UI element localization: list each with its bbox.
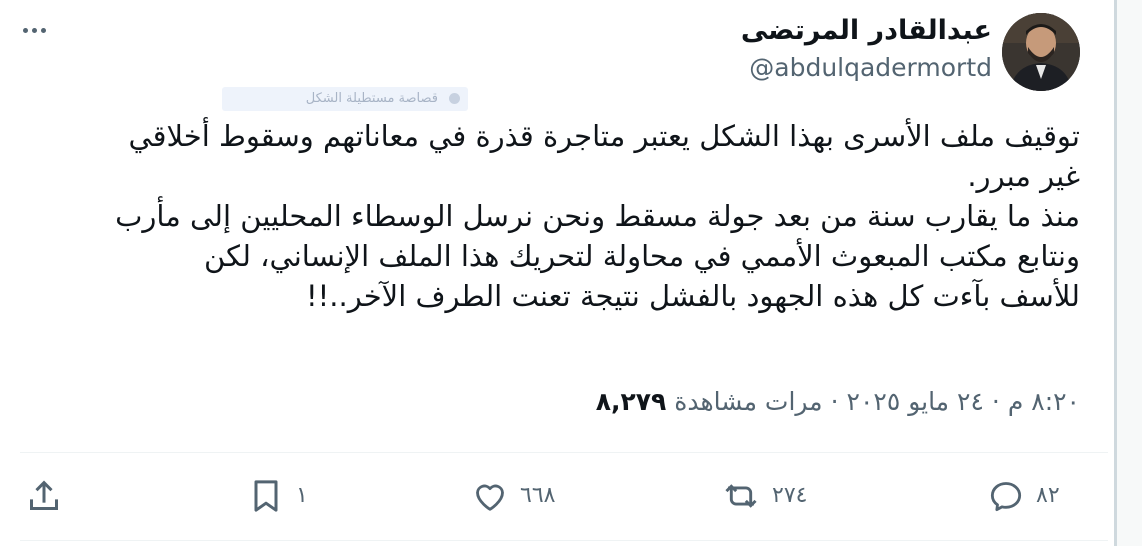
divider [20, 540, 1108, 541]
tweet-meta: ٨:٢٠ م·٢٤ مايو ٢٠٢٥·مرات مشاهدة ٨,٢٧٩ [596, 384, 1080, 420]
right-scroll-area [1114, 0, 1142, 546]
tweet-date[interactable]: ٢٤ مايو ٢٠٢٥ [847, 387, 984, 416]
like-count: ٦٦٨ [520, 483, 556, 508]
tweet-line: للأسف بآءت كل هذه الجهود بالفشل نتيجة تع… [306, 279, 1080, 313]
avatar[interactable] [1002, 13, 1080, 91]
share-icon [30, 480, 58, 510]
tweet-time[interactable]: ٨:٢٠ م [1008, 387, 1080, 416]
like-button[interactable]: ٦٦٨ [470, 474, 555, 518]
reply-button[interactable]: ٨٢ [986, 474, 1060, 518]
tweet-line: غير مبرر. [967, 159, 1080, 193]
retweet-icon [725, 484, 757, 508]
retweet-count: ٢٧٤ [772, 483, 808, 508]
tweet-line: منذ ما يقارب سنة من بعد جولة مسقط ونحن ن… [115, 199, 1080, 233]
retweet-button[interactable]: ٢٧٤ [720, 474, 807, 518]
watermark: قصاصة مستطيلة الشكل [222, 87, 468, 111]
views-count: ٨,٢٧٩ [595, 387, 667, 416]
bookmark-icon [254, 480, 278, 512]
meta-separator: · [991, 387, 1000, 416]
like-icon [476, 484, 504, 511]
tweet-line: توقيف ملف الأسرى بهذا الشكل يعتبر متاجرة… [128, 119, 1080, 153]
divider [20, 452, 1108, 453]
author-handle[interactable]: @abdulqadermortd [741, 52, 992, 84]
meta-separator: · [830, 387, 839, 416]
author-display-name[interactable]: عبدالقادر المرتضى [741, 14, 992, 48]
scrollbar[interactable] [1114, 0, 1117, 546]
more-icon [22, 27, 28, 33]
watermark-text: قصاصة مستطيلة الشكل [305, 91, 438, 106]
author-block: عبدالقادر المرتضى @abdulqadermortd [741, 14, 992, 84]
tweet-text: توقيف ملف الأسرى بهذا الشكل يعتبر متاجرة… [40, 116, 1080, 316]
watermark-icon [449, 93, 460, 104]
tweet-line: ونتابع مكتب المبعوث الأممي في محاولة لتح… [204, 239, 1080, 273]
bookmark-count: ١ [296, 483, 308, 508]
bookmark-button[interactable]: ١ [246, 474, 308, 518]
more-options-button[interactable] [14, 16, 54, 44]
views-label: مرات مشاهدة [674, 387, 823, 416]
avatar-photo [1002, 13, 1080, 91]
reply-count: ٨٢ [1036, 483, 1060, 508]
reply-icon [990, 482, 1022, 512]
share-button[interactable] [24, 474, 64, 518]
